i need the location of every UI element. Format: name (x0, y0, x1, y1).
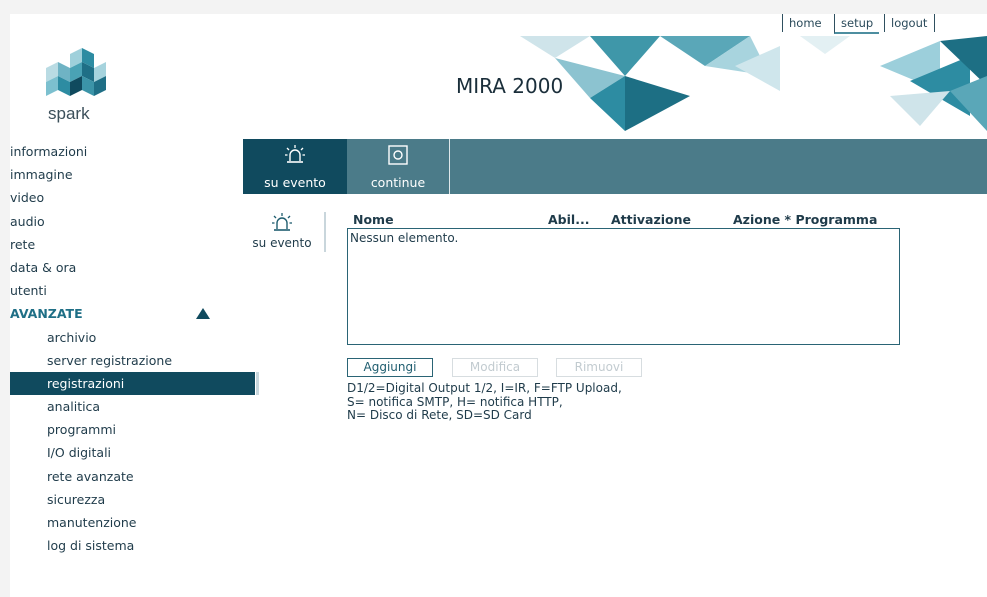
legend-line: S= notifica SMTP, H= notifica HTTP, (347, 394, 563, 409)
edit-button[interactable]: Modifica (452, 358, 538, 377)
subtab-divider (324, 212, 326, 252)
sidebar-item-io-digitali[interactable]: I/O digitali (10, 441, 222, 464)
events-list[interactable]: Nessun elemento. (347, 228, 900, 345)
nav-divider (934, 14, 935, 32)
sidebar-item-immagine[interactable]: immagine (10, 163, 222, 186)
sidebar-item-sicurezza[interactable]: sicurezza (10, 488, 222, 511)
remove-button[interactable]: Rimuovi (556, 358, 642, 377)
tab-su-evento-label: su evento (264, 175, 326, 190)
tab-continue-label: continue (370, 175, 426, 190)
sidebar-item-archivio[interactable]: archivio (10, 326, 222, 349)
sidebar-section-avanzate[interactable]: AVANZATE (10, 302, 222, 325)
subtab-su-evento[interactable]: su evento (246, 212, 326, 256)
sidebar-item-video[interactable]: video (10, 186, 222, 209)
alarm-light-icon (272, 213, 292, 231)
sidebar-item-informazioni[interactable]: informazioni (10, 140, 222, 163)
subtab-label: su evento (252, 236, 312, 250)
sidebar-item-registrazioni[interactable]: registrazioni (10, 371, 259, 396)
header: spark MIRA 2000 (10, 36, 987, 138)
legend-line: D1/2=Digital Output 1/2, I=IR, F=FTP Upl… (347, 381, 622, 395)
home-link[interactable]: home (782, 14, 828, 32)
sidebar-item-manutenzione[interactable]: manutenzione (10, 511, 222, 534)
logo-text: spark (48, 104, 90, 123)
collapse-triangle-icon[interactable] (196, 308, 210, 320)
tab-bar: su evento continue (243, 139, 987, 194)
empty-message: Nessun elemento. (350, 231, 459, 245)
column-header-nome[interactable]: Nome (353, 212, 394, 227)
legend-line: N= Disco di Rete, SD=SD Card (347, 408, 532, 422)
alarm-light-icon (285, 145, 305, 163)
sidebar: informazioni immagine video audio rete d… (10, 140, 259, 557)
sidebar-item-utenti[interactable]: utenti (10, 279, 222, 302)
sidebar-item-rete-avanzate[interactable]: rete avanzate (10, 465, 222, 488)
sidebar-item-analitica[interactable]: analitica (10, 395, 222, 418)
logout-link[interactable]: logout (884, 14, 933, 32)
sidebar-item-rete[interactable]: rete (10, 233, 222, 256)
column-header-attivazione[interactable]: Attivazione (611, 212, 691, 227)
setup-link[interactable]: setup (834, 14, 880, 34)
top-nav: home setup logout (10, 14, 987, 36)
tab-su-evento[interactable]: su evento (243, 139, 347, 194)
sidebar-item-log-di-sistema[interactable]: log di sistema (10, 534, 222, 557)
add-button[interactable]: Aggiungi (347, 358, 433, 377)
column-header-abil[interactable]: Abil... (548, 212, 589, 227)
sidebar-section-label: AVANZATE (10, 306, 83, 322)
page: home setup logout spark MIRA 2000 inform… (10, 14, 987, 597)
legend: D1/2=Digital Output 1/2, I=IR, F=FTP Upl… (347, 381, 622, 423)
column-header-azione-programma[interactable]: Azione * Programma (733, 212, 877, 227)
sidebar-item-programmi[interactable]: programmi (10, 418, 222, 441)
tab-continue[interactable]: continue (347, 139, 450, 194)
sidebar-item-server-registrazione[interactable]: server registrazione (10, 349, 222, 372)
record-icon (388, 145, 408, 165)
banner-graphic (520, 36, 987, 131)
sidebar-item-audio[interactable]: audio (10, 210, 222, 233)
sidebar-item-data-ora[interactable]: data & ora (10, 256, 222, 279)
